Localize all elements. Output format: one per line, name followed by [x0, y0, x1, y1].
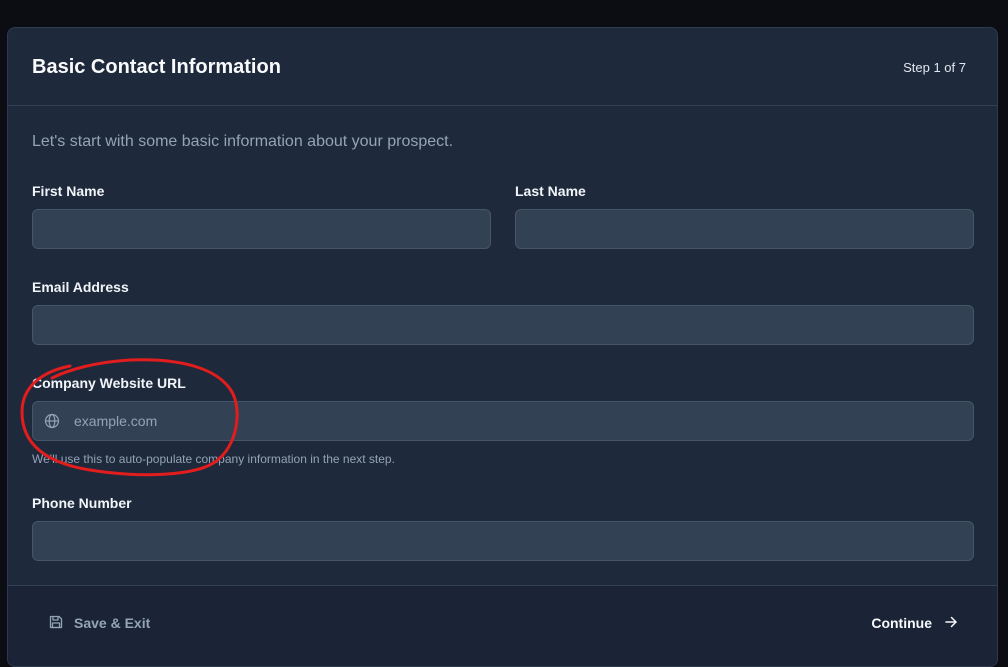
arrow-right-icon: [944, 615, 958, 632]
website-input-group: [32, 401, 974, 441]
phone-field[interactable]: [32, 521, 974, 561]
form-card: Basic Contact Information Step 1 of 7 Le…: [7, 27, 998, 667]
email-label: Email Address: [32, 279, 129, 295]
email-field[interactable]: [32, 305, 974, 345]
form-header: Basic Contact Information Step 1 of 7: [8, 28, 997, 106]
website-help-text: We'll use this to auto-populate company …: [32, 452, 395, 466]
save-exit-label: Save & Exit: [74, 615, 151, 631]
step-indicator: Step 1 of 7: [903, 60, 966, 75]
form-footer: Save & Exit Continue: [8, 585, 997, 666]
floppy-disk-icon: [48, 614, 64, 633]
intro-text: Let's start with some basic information …: [32, 133, 454, 150]
first-name-label: First Name: [32, 183, 105, 199]
phone-label: Phone Number: [32, 495, 132, 511]
first-name-field[interactable]: [32, 209, 491, 249]
page-title: Basic Contact Information: [32, 56, 281, 78]
website-label: Company Website URL: [32, 375, 186, 391]
globe-icon: [44, 413, 60, 429]
last-name-label: Last Name: [515, 183, 586, 199]
continue-label: Continue: [871, 615, 932, 631]
continue-button[interactable]: Continue: [871, 612, 958, 634]
save-exit-button[interactable]: Save & Exit: [48, 612, 150, 634]
last-name-field[interactable]: [515, 209, 974, 249]
website-url-field[interactable]: [32, 401, 974, 441]
